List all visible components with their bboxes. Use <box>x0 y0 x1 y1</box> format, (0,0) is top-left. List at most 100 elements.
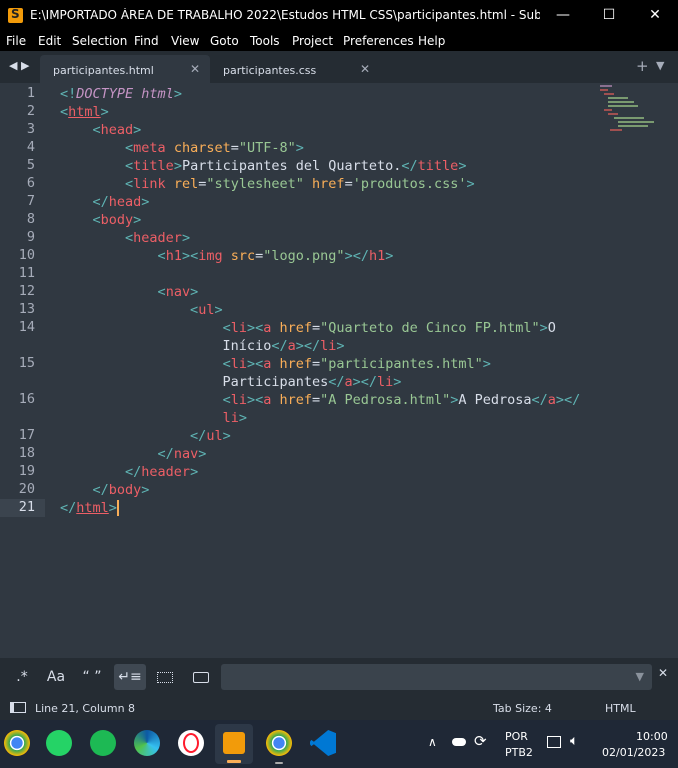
tab-label: participantes.html <box>53 64 154 77</box>
line-number: 9 <box>26 229 35 245</box>
tab-label: participantes.css <box>223 64 317 77</box>
menu-tools[interactable]: Tools <box>250 34 280 48</box>
line-number: 11 <box>18 265 35 281</box>
code-line: <nav> <box>157 284 199 300</box>
minimap[interactable] <box>600 85 660 135</box>
menu-edit[interactable]: Edit <box>38 34 61 48</box>
code-line: </head> <box>92 194 150 210</box>
whatsapp-icon[interactable] <box>46 730 72 756</box>
line-number: 12 <box>18 283 35 299</box>
in-selection-toggle[interactable] <box>149 664 181 690</box>
line-number: 6 <box>26 175 35 191</box>
case-sensitive-toggle[interactable]: Aa <box>40 664 72 690</box>
code-line: Participantes</a></li> <box>60 374 402 390</box>
tab-bar: ◀ ▶ participantes.html ✕ participantes.c… <box>0 51 678 83</box>
chrome-icon[interactable] <box>4 730 30 756</box>
sublime-taskbar-active[interactable] <box>215 724 253 764</box>
edge-icon[interactable] <box>134 730 160 756</box>
code-line: </nav> <box>157 446 207 462</box>
close-tab-icon[interactable]: ✕ <box>190 62 200 76</box>
menu-goto[interactable]: Goto <box>210 34 239 48</box>
line-number: 7 <box>26 193 35 209</box>
close-button[interactable]: ✕ <box>632 0 678 31</box>
show-hidden-icons-chevron-icon[interactable]: ∧ <box>428 735 437 749</box>
find-input[interactable]: ▼ <box>221 664 652 690</box>
menu-view[interactable]: View <box>171 34 199 48</box>
syntax-mode[interactable]: HTML <box>605 702 636 715</box>
code-line: <header> <box>125 230 191 246</box>
spotify-icon[interactable] <box>90 730 116 756</box>
maximize-button[interactable]: ☐ <box>586 0 632 31</box>
code-line: <li><a href="A Pedrosa.html">A Pedrosa</… <box>222 392 581 408</box>
code-line: <body> <box>92 212 142 228</box>
line-number: 5 <box>26 157 35 173</box>
title-bar: E:\IMPORTADO ÁREA DE TRABALHO 2022\Estud… <box>0 0 678 31</box>
panel-switcher-icon[interactable] <box>10 702 26 713</box>
line-number: 15 <box>18 355 35 371</box>
close-find-panel-icon[interactable]: ✕ <box>658 666 668 680</box>
highlight-matches-toggle[interactable] <box>185 664 217 690</box>
close-tab-icon[interactable]: ✕ <box>360 62 370 76</box>
code-content[interactable]: <!DOCTYPE html> <html> <head> <meta char… <box>60 83 580 516</box>
menu-find[interactable]: Find <box>134 34 159 48</box>
code-line: </ul> <box>190 428 231 444</box>
whole-word-toggle[interactable]: “ ” <box>76 664 108 690</box>
vscode-icon[interactable] <box>310 730 336 756</box>
line-number: 1 <box>26 85 35 101</box>
menu-file[interactable]: File <box>6 34 26 48</box>
menu-project[interactable]: Project <box>292 34 333 48</box>
new-tab-plus-icon[interactable]: + <box>636 57 649 75</box>
tab-left-arrow-icon[interactable]: ◀ <box>9 59 17 72</box>
menu-selection[interactable]: Selection <box>72 34 127 48</box>
menu-bar: File Edit Selection Find View Goto Tools… <box>0 31 678 51</box>
chrome-profile-icon[interactable] <box>266 730 292 764</box>
regex-toggle[interactable]: .* <box>6 664 38 690</box>
sublime-text-taskbar-icon <box>223 732 245 754</box>
code-line: <head> <box>92 122 142 138</box>
clock-date[interactable]: 02/01/2023 <box>602 746 665 759</box>
tab-participantes-css[interactable]: participantes.css ✕ <box>210 55 380 83</box>
line-number: 16 <box>18 391 35 407</box>
line-number: 14 <box>18 319 35 335</box>
code-line: <li><a href="Quarteto de Cinco FP.html">… <box>222 320 556 336</box>
line-number-current: 21 <box>18 499 35 515</box>
tab-right-arrow-icon[interactable]: ▶ <box>21 59 29 72</box>
keyboard-layout[interactable]: PTB2 <box>505 746 533 759</box>
tab-size[interactable]: Tab Size: 4 <box>493 702 552 715</box>
code-line: <title>Participantes del Quarteto.</titl… <box>125 158 467 174</box>
code-line: <!DOCTYPE html> <box>60 86 182 102</box>
input-language[interactable]: POR <box>505 730 528 743</box>
code-line: Início</a></li> <box>60 338 345 354</box>
code-line: <html> <box>60 104 109 120</box>
opera-icon[interactable] <box>178 730 204 756</box>
highlight-icon <box>193 671 209 683</box>
cursor-position: Line 21, Column 8 <box>35 702 136 715</box>
line-number: 2 <box>26 103 35 119</box>
minimize-button[interactable]: — <box>540 0 586 31</box>
find-history-dropdown-icon[interactable]: ▼ <box>636 670 644 683</box>
line-number: 17 <box>18 427 35 443</box>
onedrive-cloud-icon[interactable] <box>452 738 466 746</box>
code-line: </body> <box>92 482 150 498</box>
selection-icon <box>157 671 173 683</box>
code-line: <ul> <box>190 302 223 318</box>
clock-time[interactable]: 10:00 <box>636 730 668 743</box>
tab-dropdown-icon[interactable]: ▼ <box>656 59 664 72</box>
network-icon[interactable] <box>547 736 561 748</box>
menu-preferences[interactable]: Preferences <box>343 34 414 48</box>
editor-area[interactable]: 1 2 3 4 5 6 7 8 9 10 11 12 13 14 15 16 1… <box>0 83 678 658</box>
line-number: 13 <box>18 301 35 317</box>
volume-icon[interactable]: 🔈︎ <box>570 733 578 749</box>
code-line: <link rel="stylesheet" href='produtos.cs… <box>125 176 475 192</box>
line-number: 8 <box>26 211 35 227</box>
sublime-text-icon <box>8 7 23 23</box>
line-number: 4 <box>26 139 35 155</box>
taskbar: ∧ ⟳ POR PTB2 🔈︎ 10:00 02/01/2023 <box>0 720 678 768</box>
code-line: li> <box>222 410 247 426</box>
tab-participantes-html[interactable]: participantes.html ✕ <box>40 55 210 83</box>
sync-icon[interactable]: ⟳ <box>474 732 487 750</box>
wrap-toggle[interactable]: ↵≡ <box>114 664 146 690</box>
code-line: </header> <box>125 464 199 480</box>
menu-help[interactable]: Help <box>418 34 445 48</box>
line-number: 18 <box>18 445 35 461</box>
